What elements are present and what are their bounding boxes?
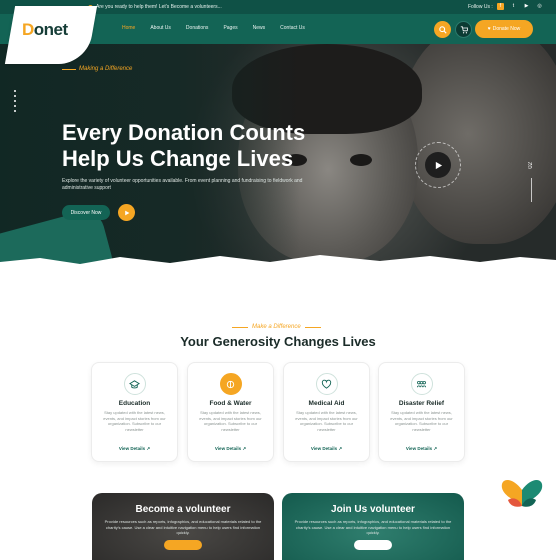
nav-donations[interactable]: Donations: [186, 25, 209, 31]
announcement: Are you ready to help them! Let's Become…: [88, 4, 222, 10]
nav-news[interactable]: News: [253, 25, 266, 31]
heart-icon: ♥: [487, 26, 491, 32]
instagram-icon[interactable]: ◎: [536, 3, 543, 10]
cause-card-education[interactable]: Education Stay updated with the latest n…: [91, 362, 178, 462]
nav-links: Home About Us Donations Pages News Conta…: [122, 25, 305, 31]
cause-title: Education: [118, 400, 151, 407]
cart-button[interactable]: [455, 21, 472, 38]
slide-number[interactable]: 02: [528, 162, 534, 169]
cause-card-medical-aid[interactable]: Medical Aid Stay updated with the latest…: [283, 362, 370, 462]
announcement-text: Are you ready to help them! Let's Become…: [96, 4, 222, 10]
cause-title: Medical Aid: [308, 400, 345, 407]
page: Are you ready to help them! Let's Become…: [0, 0, 556, 560]
logo-initial: D: [22, 20, 34, 39]
hero-description: Explore the variety of volunteer opportu…: [62, 178, 303, 191]
food-icon: [219, 373, 242, 395]
cause-description: Stay updated with the latest news, event…: [295, 410, 358, 432]
facebook-icon[interactable]: f: [497, 3, 504, 10]
volunteer-card-title: Become a volunteer: [135, 504, 231, 515]
view-details-link[interactable]: View Details ↗: [188, 446, 273, 452]
nav-contact[interactable]: Contact Us: [280, 25, 305, 31]
hero-brush-edge: [0, 255, 556, 280]
cause-description: Stay updated with the latest news, event…: [390, 410, 453, 432]
twitter-icon[interactable]: t: [510, 3, 517, 10]
education-icon: [123, 373, 146, 395]
slide-indicator-line: [531, 178, 532, 202]
cause-title: Food & Water: [209, 400, 252, 407]
donate-now-button[interactable]: ♥ Donate Now: [475, 20, 533, 38]
donate-now-label: Donate Now: [492, 26, 521, 32]
brand-logo[interactable]: Donet: [22, 20, 68, 40]
view-details-link[interactable]: View Details ↗: [92, 446, 177, 452]
view-details-link[interactable]: View Details ↗: [284, 446, 369, 452]
section-title: Your Generosity Changes Lives: [180, 334, 376, 349]
discover-now-button[interactable]: Discover Now: [62, 205, 110, 220]
view-details-link[interactable]: View Details ↗: [379, 446, 464, 452]
hero-tagline: Making a Difference: [62, 66, 132, 72]
medical-icon: [315, 373, 338, 395]
cause-card-disaster-relief[interactable]: Disaster Relief Stay updated with the la…: [378, 362, 465, 462]
hands-heart-logo: [501, 480, 543, 507]
cause-description: Stay updated with the latest news, event…: [103, 410, 166, 432]
people-icon: [410, 373, 433, 395]
volunteer-card-button[interactable]: [354, 539, 392, 550]
hero-photo-adult: [400, 44, 556, 244]
play-icon: [124, 210, 129, 215]
nav-pages[interactable]: Pages: [223, 25, 237, 31]
social-links: f t ▶ ◎: [497, 3, 543, 10]
follow-label: Follow Us :: [468, 4, 493, 10]
search-icon: [438, 25, 447, 34]
hero-dots: [14, 90, 18, 115]
play-icon: [425, 152, 451, 178]
cart-icon: [460, 25, 468, 33]
cause-card-food-water[interactable]: Food & Water Stay updated with the lates…: [187, 362, 274, 462]
volunteer-card-title: Join Us volunteer: [331, 504, 415, 515]
volunteer-card-description: Provide resources such as reports, infog…: [294, 519, 452, 535]
volunteer-card-button[interactable]: [164, 539, 202, 550]
cause-description: Stay updated with the latest news, event…: [199, 410, 262, 432]
cause-title: Disaster Relief: [398, 400, 445, 407]
nav-about[interactable]: About Us: [150, 25, 171, 31]
logo-text: onet: [33, 20, 68, 39]
become-volunteer-card: Become a volunteer Provide resources suc…: [92, 493, 274, 560]
section-tagline: Make a Difference: [232, 324, 321, 330]
youtube-icon[interactable]: ▶: [523, 3, 530, 10]
hero-tagline-text: Making a Difference: [79, 66, 133, 72]
section-tagline-text: Make a Difference: [252, 324, 301, 330]
volunteer-card-description: Provide resources such as reports, infog…: [104, 519, 262, 535]
join-volunteer-card: Join Us volunteer Provide resources such…: [282, 493, 464, 560]
hero-photo-eye: [350, 154, 372, 166]
hero-play-button[interactable]: [118, 204, 135, 221]
search-button[interactable]: [434, 21, 451, 38]
nav-home[interactable]: Home: [122, 25, 135, 31]
play-video-button[interactable]: [415, 142, 461, 188]
hero-banner: 02: [0, 44, 556, 270]
